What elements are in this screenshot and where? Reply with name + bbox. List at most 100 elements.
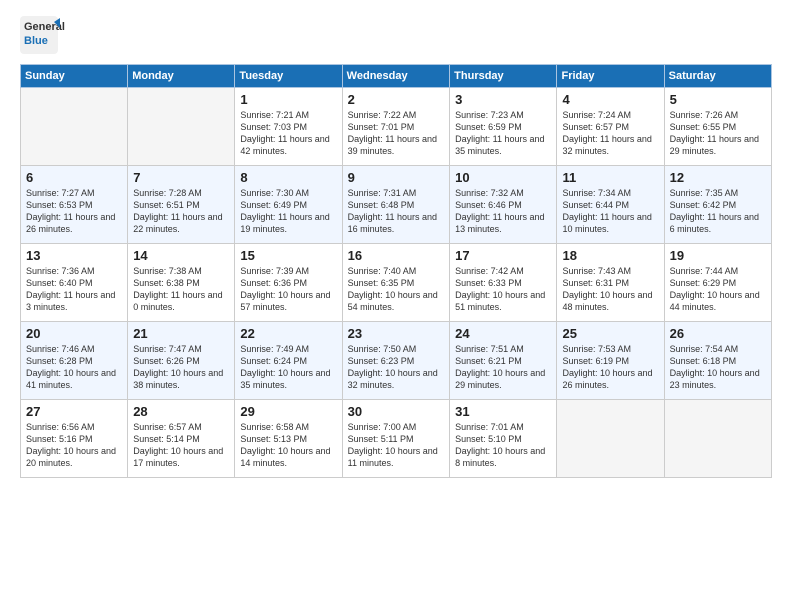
calendar-cell: 13 Sunrise: 7:36 AMSunset: 6:40 PMDayligh…	[21, 244, 128, 322]
week-row-4: 20 Sunrise: 7:46 AMSunset: 6:28 PMDayligh…	[21, 322, 772, 400]
day-number: 26	[670, 326, 766, 341]
day-number: 9	[348, 170, 444, 185]
day-info: Sunrise: 7:39 AMSunset: 6:36 PMDaylight:…	[240, 265, 336, 314]
day-info: Sunrise: 7:40 AMSunset: 6:35 PMDaylight:…	[348, 265, 444, 314]
day-number: 20	[26, 326, 122, 341]
weekday-header-row: Sunday Monday Tuesday Wednesday Thursday…	[21, 65, 772, 88]
logo-svg: General Blue	[20, 16, 110, 54]
day-info: Sunrise: 7:47 AMSunset: 6:26 PMDaylight:…	[133, 343, 229, 392]
calendar: Sunday Monday Tuesday Wednesday Thursday…	[20, 64, 772, 478]
calendar-cell	[128, 88, 235, 166]
calendar-cell: 19 Sunrise: 7:44 AMSunset: 6:29 PMDayligh…	[664, 244, 771, 322]
day-number: 6	[26, 170, 122, 185]
calendar-cell: 15 Sunrise: 7:39 AMSunset: 6:36 PMDayligh…	[235, 244, 342, 322]
calendar-cell: 17 Sunrise: 7:42 AMSunset: 6:33 PMDayligh…	[450, 244, 557, 322]
day-number: 8	[240, 170, 336, 185]
day-number: 24	[455, 326, 551, 341]
calendar-cell: 2 Sunrise: 7:22 AMSunset: 7:01 PMDaylight…	[342, 88, 449, 166]
day-info: Sunrise: 7:21 AMSunset: 7:03 PMDaylight:…	[240, 109, 336, 158]
calendar-cell	[664, 400, 771, 478]
day-info: Sunrise: 7:01 AMSunset: 5:10 PMDaylight:…	[455, 421, 551, 470]
day-number: 31	[455, 404, 551, 419]
week-row-5: 27 Sunrise: 6:56 AMSunset: 5:16 PMDayligh…	[21, 400, 772, 478]
day-number: 5	[670, 92, 766, 107]
day-info: Sunrise: 7:36 AMSunset: 6:40 PMDaylight:…	[26, 265, 122, 314]
calendar-cell: 9 Sunrise: 7:31 AMSunset: 6:48 PMDaylight…	[342, 166, 449, 244]
logo: General Blue	[20, 16, 110, 54]
calendar-cell: 10 Sunrise: 7:32 AMSunset: 6:46 PMDayligh…	[450, 166, 557, 244]
day-number: 7	[133, 170, 229, 185]
day-number: 2	[348, 92, 444, 107]
calendar-cell: 30 Sunrise: 7:00 AMSunset: 5:11 PMDayligh…	[342, 400, 449, 478]
calendar-cell: 14Sunrise: 7:38 AMSunset: 6:38 PMDayligh…	[128, 244, 235, 322]
day-info: Sunrise: 7:35 AMSunset: 6:42 PMDaylight:…	[670, 187, 766, 236]
day-number: 15	[240, 248, 336, 263]
day-number: 30	[348, 404, 444, 419]
day-info: Sunrise: 7:49 AMSunset: 6:24 PMDaylight:…	[240, 343, 336, 392]
calendar-cell: 29 Sunrise: 6:58 AMSunset: 5:13 PMDayligh…	[235, 400, 342, 478]
day-info: Sunrise: 7:26 AMSunset: 6:55 PMDaylight:…	[670, 109, 766, 158]
day-info: Sunrise: 7:38 AMSunset: 6:38 PMDaylight:…	[133, 265, 229, 314]
calendar-cell: 8 Sunrise: 7:30 AMSunset: 6:49 PMDaylight…	[235, 166, 342, 244]
day-info: Sunrise: 7:46 AMSunset: 6:28 PMDaylight:…	[26, 343, 122, 392]
day-number: 10	[455, 170, 551, 185]
day-number: 12	[670, 170, 766, 185]
calendar-cell: 31 Sunrise: 7:01 AMSunset: 5:10 PMDayligh…	[450, 400, 557, 478]
week-row-1: 1 Sunrise: 7:21 AMSunset: 7:03 PMDaylight…	[21, 88, 772, 166]
day-info: Sunrise: 7:30 AMSunset: 6:49 PMDaylight:…	[240, 187, 336, 236]
day-number: 23	[348, 326, 444, 341]
day-info: Sunrise: 7:54 AMSunset: 6:18 PMDaylight:…	[670, 343, 766, 392]
calendar-cell: 23 Sunrise: 7:50 AMSunset: 6:23 PMDayligh…	[342, 322, 449, 400]
day-info: Sunrise: 7:44 AMSunset: 6:29 PMDaylight:…	[670, 265, 766, 314]
day-number: 3	[455, 92, 551, 107]
calendar-cell: 26 Sunrise: 7:54 AMSunset: 6:18 PMDayligh…	[664, 322, 771, 400]
day-info: Sunrise: 7:24 AMSunset: 6:57 PMDaylight:…	[562, 109, 658, 158]
day-number: 1	[240, 92, 336, 107]
week-row-2: 6Sunrise: 7:27 AMSunset: 6:53 PMDaylight…	[21, 166, 772, 244]
day-info: Sunrise: 7:32 AMSunset: 6:46 PMDaylight:…	[455, 187, 551, 236]
day-number: 17	[455, 248, 551, 263]
calendar-cell: 11Sunrise: 7:34 AMSunset: 6:44 PMDayligh…	[557, 166, 664, 244]
header-saturday: Saturday	[664, 65, 771, 88]
header-thursday: Thursday	[450, 65, 557, 88]
day-number: 28	[133, 404, 229, 419]
day-info: Sunrise: 7:42 AMSunset: 6:33 PMDaylight:…	[455, 265, 551, 314]
header-monday: Monday	[128, 65, 235, 88]
day-info: Sunrise: 6:57 AMSunset: 5:14 PMDaylight:…	[133, 421, 229, 470]
day-info: Sunrise: 6:56 AMSunset: 5:16 PMDaylight:…	[26, 421, 122, 470]
day-number: 11	[562, 170, 658, 185]
day-number: 18	[562, 248, 658, 263]
day-info: Sunrise: 7:43 AMSunset: 6:31 PMDaylight:…	[562, 265, 658, 314]
calendar-cell: 6Sunrise: 7:27 AMSunset: 6:53 PMDaylight…	[21, 166, 128, 244]
day-info: Sunrise: 7:23 AMSunset: 6:59 PMDaylight:…	[455, 109, 551, 158]
day-info: Sunrise: 7:31 AMSunset: 6:48 PMDaylight:…	[348, 187, 444, 236]
day-number: 13	[26, 248, 122, 263]
header-wednesday: Wednesday	[342, 65, 449, 88]
day-number: 16	[348, 248, 444, 263]
day-info: Sunrise: 7:00 AMSunset: 5:11 PMDaylight:…	[348, 421, 444, 470]
calendar-cell: 1 Sunrise: 7:21 AMSunset: 7:03 PMDaylight…	[235, 88, 342, 166]
day-number: 29	[240, 404, 336, 419]
day-number: 22	[240, 326, 336, 341]
header-tuesday: Tuesday	[235, 65, 342, 88]
day-number: 21	[133, 326, 229, 341]
calendar-cell: 28 Sunrise: 6:57 AMSunset: 5:14 PMDayligh…	[128, 400, 235, 478]
calendar-cell: 3 Sunrise: 7:23 AMSunset: 6:59 PMDaylight…	[450, 88, 557, 166]
svg-text:Blue: Blue	[24, 35, 48, 47]
calendar-cell: 25Sunrise: 7:53 AMSunset: 6:19 PMDayligh…	[557, 322, 664, 400]
header-sunday: Sunday	[21, 65, 128, 88]
day-number: 27	[26, 404, 122, 419]
day-info: Sunrise: 7:50 AMSunset: 6:23 PMDaylight:…	[348, 343, 444, 392]
day-info: Sunrise: 7:51 AMSunset: 6:21 PMDaylight:…	[455, 343, 551, 392]
calendar-cell: 24 Sunrise: 7:51 AMSunset: 6:21 PMDayligh…	[450, 322, 557, 400]
day-number: 19	[670, 248, 766, 263]
calendar-cell	[21, 88, 128, 166]
calendar-cell: 27 Sunrise: 6:56 AMSunset: 5:16 PMDayligh…	[21, 400, 128, 478]
day-info: Sunrise: 7:53 AMSunset: 6:19 PMDaylight:…	[562, 343, 658, 392]
day-info: Sunrise: 7:22 AMSunset: 7:01 PMDaylight:…	[348, 109, 444, 158]
calendar-cell: 16 Sunrise: 7:40 AMSunset: 6:35 PMDayligh…	[342, 244, 449, 322]
day-info: Sunrise: 7:28 AMSunset: 6:51 PMDaylight:…	[133, 187, 229, 236]
day-info: Sunrise: 6:58 AMSunset: 5:13 PMDaylight:…	[240, 421, 336, 470]
header: General Blue	[20, 16, 772, 54]
calendar-cell: 4Sunrise: 7:24 AMSunset: 6:57 PMDaylight…	[557, 88, 664, 166]
